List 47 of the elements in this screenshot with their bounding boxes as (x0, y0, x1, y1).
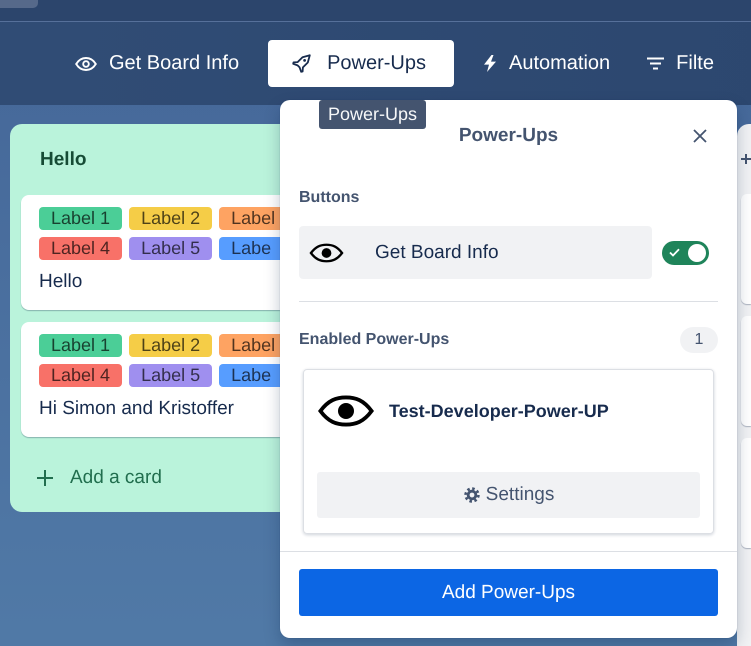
card-label: Label 5 (129, 237, 212, 260)
count-badge: 1 (680, 327, 718, 353)
eye-icon (75, 56, 97, 70)
list-card[interactable]: Label 1 Label 2 Label Label 4 Label 5 Labe Hello (21, 195, 280, 310)
close-icon (692, 128, 708, 144)
list-card[interactable] (741, 438, 751, 548)
card-label: Label 2 (129, 207, 212, 230)
plus-icon[interactable] (741, 154, 751, 164)
section-heading: Enabled Power-Ups (299, 330, 450, 350)
card-label: Label 1 (39, 207, 122, 230)
card-title: Hello (39, 270, 82, 294)
list-card[interactable] (741, 194, 751, 304)
card-label: Label 4 (39, 364, 122, 387)
section-heading: Buttons (299, 189, 360, 206)
list-card[interactable] (741, 316, 751, 426)
toolbar-button[interactable]: Filte (639, 40, 722, 87)
tooltip: Power-Ups (319, 100, 426, 129)
rocket-icon (292, 54, 312, 73)
card-label: Labe (219, 237, 280, 260)
list-card[interactable]: Label 1 Label 2 Label Label 4 Label 5 Labe Hi Simon and Kristoffer (21, 322, 280, 437)
add-power-ups-button[interactable]: Add Power-Ups (299, 569, 718, 616)
eye-icon (317, 395, 375, 427)
toggle-switch[interactable] (662, 240, 709, 264)
gear-icon (462, 486, 481, 504)
eye-icon (309, 242, 344, 262)
toolbar-button[interactable]: Get Board Info (67, 40, 248, 87)
card-label: Label (219, 207, 280, 230)
nav-tab[interactable] (0, 0, 38, 8)
toolbar-button[interactable]: Power-Ups (268, 40, 454, 87)
power-up-button-name: Get Board Info (375, 242, 499, 264)
card-label: Labe (219, 364, 280, 387)
card-label: Label 4 (39, 237, 122, 260)
toolbar-button[interactable]: Automation (475, 40, 618, 87)
check-icon (669, 248, 680, 257)
card-label: Label 2 (129, 334, 212, 357)
plus-icon (37, 470, 53, 486)
settings-button[interactable]: Settings (317, 472, 700, 518)
power-up-name: Test-Developer-Power-UP (389, 400, 609, 422)
filter-icon (647, 57, 664, 70)
card-label: Label (219, 334, 280, 357)
card-label: Label 5 (129, 364, 212, 387)
list-title: Hello (40, 148, 86, 170)
card-title: Hi Simon and Kristoffer (39, 397, 234, 421)
card-label: Label 1 (39, 334, 122, 357)
popup-title: Power-Ups (458, 125, 558, 147)
add-card-button[interactable]: Add a card (21, 461, 170, 495)
lightning-icon (483, 55, 497, 72)
